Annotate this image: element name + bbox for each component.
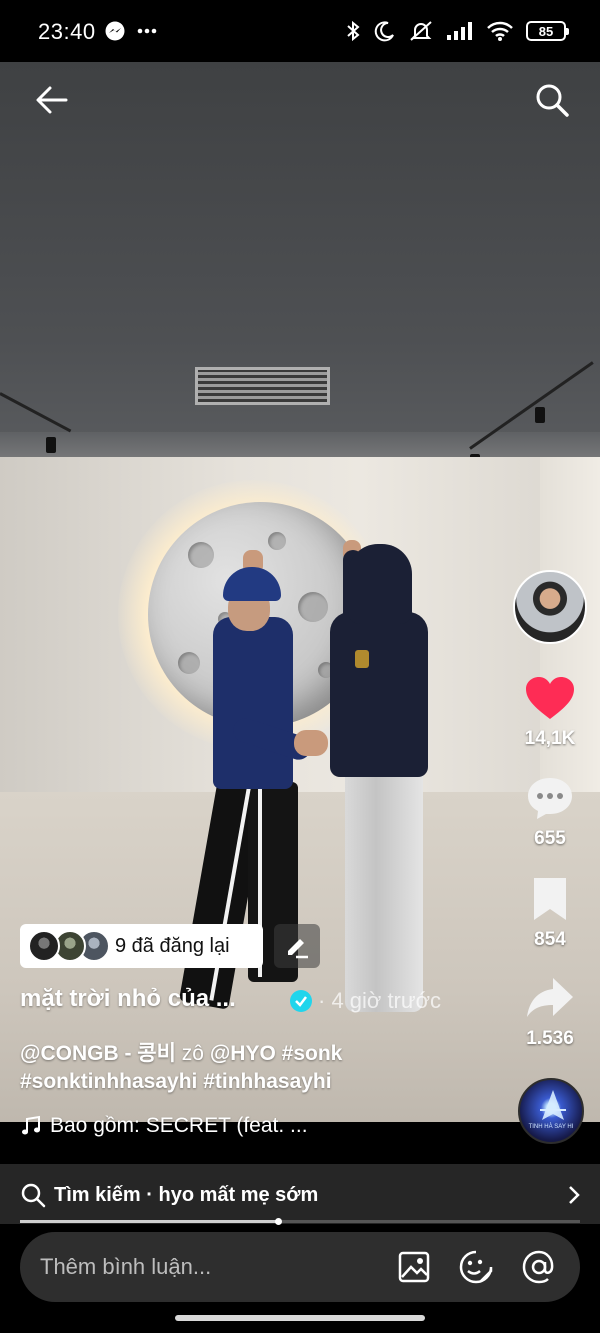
battery-indicator: 85 (526, 21, 569, 41)
mention-button[interactable] (519, 1247, 559, 1287)
status-bar: 23:40 85 (0, 0, 600, 62)
chevron-right-icon (569, 1186, 580, 1204)
music-info[interactable]: Bao gồm: SECRET (feat. ... (20, 1114, 308, 1138)
back-button[interactable] (32, 80, 72, 120)
music-disc-logo-icon (540, 1090, 566, 1120)
save-button[interactable]: 854 (513, 876, 587, 951)
emoji-button[interactable] (456, 1247, 496, 1287)
scene-person-hood (348, 544, 412, 624)
messenger-icon (105, 21, 125, 41)
scene-spotlight (46, 437, 56, 453)
music-note-icon (22, 1115, 40, 1135)
scene-person-shirt (213, 617, 293, 789)
status-left-icons (104, 20, 158, 42)
status-right: 85 (344, 19, 569, 43)
repost-avatar (28, 930, 60, 962)
music-title: Bao gồm: SECRET (feat. ... (50, 1114, 308, 1137)
share-arrow-icon (527, 978, 573, 1017)
repost-label: 9 đã đăng lại (115, 935, 230, 957)
image-attach-button[interactable] (394, 1247, 434, 1287)
scene-air-vent (195, 367, 330, 405)
music-disc[interactable]: TINH HÀ SAY HI (518, 1078, 584, 1144)
scene-hoodie-patch (355, 650, 369, 668)
post-time: · 4 giờ trước (318, 988, 442, 1013)
caption-line: @CONGB - 콩비 zô @HYO #sonk (20, 1037, 342, 1067)
image-icon (398, 1251, 430, 1283)
comment-placeholder: Thêm bình luận... (40, 1254, 212, 1279)
comment-button[interactable]: 655 (513, 775, 587, 850)
comment-count: 655 (534, 828, 566, 849)
mute-bell-icon (410, 21, 432, 41)
at-sign-icon (522, 1250, 554, 1284)
video-progress-knob[interactable] (274, 1218, 282, 1225)
search-suggestion-text: Tìm kiếm · hyo mất mẹ sớm (54, 1184, 319, 1206)
verified-badge-icon (290, 990, 312, 1012)
like-count: 14,1K (524, 728, 576, 749)
search-button[interactable] (532, 80, 572, 120)
signal-icon (447, 22, 472, 40)
scene-person-hoodie (330, 612, 428, 777)
video-progress-fill (20, 1220, 278, 1223)
scene-holding-hands (294, 730, 328, 756)
scene-spotlight (535, 407, 545, 423)
search-icon (21, 1183, 46, 1208)
bluetooth-icon (347, 20, 360, 42)
hashtag-line[interactable]: #sonktinhhasayhi #tinhhasayhi (20, 1070, 332, 1094)
creator-mention[interactable]: @CONGB - 콩비 (20, 1042, 176, 1065)
comment-bubble-icon (528, 778, 572, 819)
like-button[interactable]: 14,1K (513, 675, 587, 750)
moon-icon (374, 21, 394, 42)
scene-person-pants (345, 767, 423, 1012)
save-count: 854 (534, 929, 566, 950)
caption-connector: zô (181, 1042, 204, 1065)
creator-avatar[interactable] (513, 570, 587, 644)
pencil-icon (288, 939, 308, 959)
share-button[interactable]: 1.536 (513, 975, 587, 1050)
video-progress-bar[interactable] (20, 1218, 580, 1225)
hashtag[interactable]: #sonk (282, 1042, 343, 1065)
comment-input-bar[interactable]: Thêm bình luận... (20, 1232, 580, 1302)
share-count: 1.536 (526, 1028, 574, 1049)
home-indicator[interactable] (175, 1315, 425, 1321)
edit-repost-button[interactable] (274, 924, 320, 968)
wifi-icon (487, 21, 513, 41)
user-mention[interactable]: @HYO (210, 1042, 276, 1065)
status-time: 23:40 (38, 19, 96, 44)
heart-icon (526, 677, 574, 719)
search-suggestion-bar[interactable]: Tìm kiếm · hyo mất mẹ sớm (0, 1164, 600, 1224)
emoji-icon (459, 1250, 493, 1284)
repost-chip[interactable]: 9 đã đăng lại (20, 924, 263, 968)
video-title[interactable]: mặt trời nhỏ của ... (20, 985, 236, 1013)
search-icon (536, 84, 569, 117)
arrow-left-icon (36, 86, 68, 114)
music-disc-label: TINH HÀ SAY HI (528, 1124, 574, 1130)
more-dots-icon (137, 28, 157, 34)
bookmark-icon (534, 878, 566, 920)
